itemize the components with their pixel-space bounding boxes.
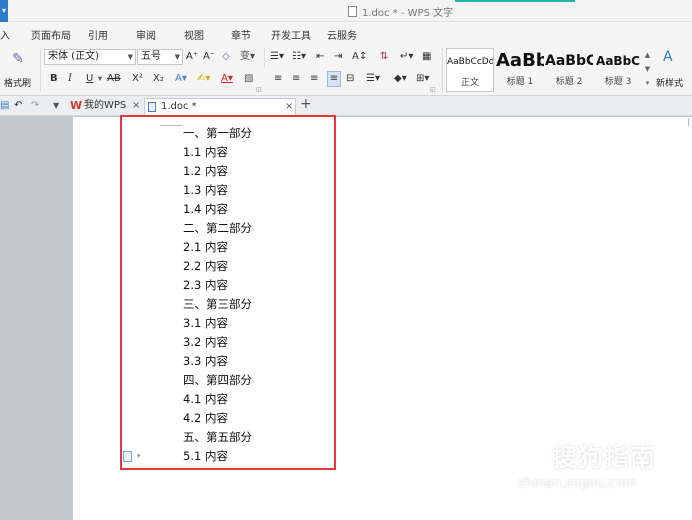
paragraph-dialog-launcher-icon[interactable]: ◱ xyxy=(430,86,436,93)
quick-access-dropdown-icon[interactable]: ▼ xyxy=(53,99,59,113)
ribbon-separator xyxy=(442,48,443,92)
superscript-button[interactable]: X² xyxy=(132,72,143,86)
app-menu-button[interactable]: ▾ xyxy=(0,0,8,22)
sort-icon[interactable]: ⇅ xyxy=(380,50,388,64)
brush-icon: ✎ xyxy=(12,51,24,67)
style-normal-preview: AaBbCcDd xyxy=(447,57,493,67)
print-icon[interactable]: ▤ xyxy=(0,99,9,113)
style-heading-2[interactable]: AaBbC 标题 2 xyxy=(545,48,593,92)
style-normal-label: 正文 xyxy=(460,78,479,88)
menu-view[interactable]: 视图 xyxy=(184,27,204,42)
align-left-icon[interactable]: ≡ xyxy=(274,72,282,86)
tab-1-doc[interactable]: 1.doc * × xyxy=(144,98,296,116)
new-tab-button[interactable]: + xyxy=(300,97,312,111)
gallery-expand-icon: ▾ xyxy=(645,79,650,87)
style-heading-3-label: 标题 3 xyxy=(604,77,632,87)
line-spacing-icon[interactable]: ☰▾ xyxy=(366,72,380,86)
selection-highlight-box xyxy=(120,115,336,470)
menu-developer-tools[interactable]: 开发工具 xyxy=(271,27,311,42)
menu-chapter[interactable]: 章节 xyxy=(231,27,251,42)
document-tab-bar: ▤ ↶ ↷ ▼ W 我的WPS × 1.doc * × + xyxy=(0,96,692,116)
chevron-up-icon: ▲ xyxy=(644,51,651,59)
table-icon[interactable]: ▦ xyxy=(422,50,431,64)
font-name-select[interactable]: 宋体 (正文) ▼ xyxy=(44,49,136,65)
bullet-list-icon[interactable]: ☰▾ xyxy=(270,50,284,64)
wps-logo-icon: W xyxy=(70,99,83,112)
shading-icon[interactable]: ◆▾ xyxy=(394,72,407,86)
title-accent-bar xyxy=(455,0,575,2)
phonetic-guide-icon[interactable]: 变▾ xyxy=(240,50,255,64)
style-heading-2-label: 标题 2 xyxy=(555,77,583,87)
menu-bar: 入 页面布局 引用 审阅 视图 章节 开发工具 云服务 xyxy=(0,22,692,44)
style-heading-1-preview: AaBb xyxy=(496,50,544,71)
menu-cloud-services[interactable]: 云服务 xyxy=(327,27,357,42)
page-left-gutter xyxy=(0,117,73,520)
watermark-text: 搜狗指南 xyxy=(552,443,657,472)
font-color-icon[interactable]: A▾ xyxy=(221,72,233,86)
ribbon-separator xyxy=(40,48,41,92)
tab-1-doc-label: 1.doc * xyxy=(161,101,197,112)
strikethrough-button[interactable]: AB xyxy=(107,72,121,86)
document-icon xyxy=(148,102,156,112)
italic-button[interactable]: I xyxy=(68,72,72,86)
underline-button[interactable]: U xyxy=(86,72,93,86)
style-gallery-scroll[interactable]: ▲ ▼ ▾ xyxy=(643,48,652,92)
close-icon[interactable]: × xyxy=(285,99,293,115)
change-case-icon[interactable]: A↕ xyxy=(352,50,367,64)
menu-review[interactable]: 审阅 xyxy=(136,27,156,42)
clear-format-icon[interactable]: ◇ xyxy=(222,50,230,64)
justify-icon[interactable]: ≡ xyxy=(327,71,341,87)
menu-references[interactable]: 引用 xyxy=(88,27,108,42)
shrink-font-button[interactable]: A⁻ xyxy=(203,50,215,64)
char-shading-icon[interactable]: ▧ xyxy=(244,72,253,86)
chevron-down-icon: ▼ xyxy=(644,65,651,73)
close-icon[interactable]: × xyxy=(132,98,140,114)
ribbon: ✎ 格式刷 宋体 (正文) ▼ 五号 ▼ A⁺ A⁻ ◇ 变▾ ☰▾ ☷▾ ⇤ … xyxy=(0,44,692,96)
format-painter-label: 格式刷 xyxy=(4,79,32,89)
decrease-indent-icon[interactable]: ⇤ xyxy=(316,50,324,64)
grow-font-button[interactable]: A⁺ xyxy=(186,50,198,64)
style-heading-1-label: 标题 1 xyxy=(506,77,534,87)
ribbon-separator xyxy=(264,48,265,68)
style-heading-1[interactable]: AaBb 标题 1 xyxy=(496,48,544,92)
numbered-list-icon[interactable]: ☷▾ xyxy=(292,50,306,64)
watermark-logo-icon xyxy=(515,437,549,471)
borders-icon[interactable]: ⊞▾ xyxy=(416,72,429,86)
tab-my-wps-label: 我的WPS xyxy=(84,100,127,111)
font-dialog-launcher-icon[interactable]: ◱ xyxy=(256,86,262,93)
increase-indent-icon[interactable]: ⇥ xyxy=(334,50,342,64)
menu-page-layout[interactable]: 页面布局 xyxy=(31,27,71,42)
font-size-value: 五号 xyxy=(141,51,161,62)
distribute-icon[interactable]: ⊟ xyxy=(346,72,354,86)
new-style-icon: A xyxy=(663,49,673,65)
align-right-icon[interactable]: ≡ xyxy=(310,72,318,86)
underline-dropdown-icon[interactable]: ▾ xyxy=(98,72,102,86)
style-normal[interactable]: AaBbCcDd 正文 xyxy=(446,48,494,92)
chevron-down-icon: ▼ xyxy=(174,53,180,61)
style-heading-3-preview: AaBbC xyxy=(596,54,640,68)
show-marks-icon[interactable]: ↵▾ xyxy=(400,50,413,64)
format-painter-button[interactable]: ✎ 格式刷 xyxy=(2,48,34,92)
new-style-button[interactable]: A 新样式 xyxy=(655,48,692,92)
subscript-button[interactable]: X₂ xyxy=(153,72,164,86)
font-size-select[interactable]: 五号 ▼ xyxy=(137,49,183,65)
style-heading-3[interactable]: AaBbC 标题 3 xyxy=(594,48,642,92)
window-title: 1.doc * - WPS 文字 xyxy=(362,8,454,19)
style-heading-2-preview: AaBbC xyxy=(545,53,593,69)
menu-insert[interactable]: 入 xyxy=(0,27,10,42)
chevron-down-icon: ▼ xyxy=(127,53,133,61)
tab-my-wps[interactable]: W 我的WPS × xyxy=(68,98,142,116)
undo-icon[interactable]: ↶ xyxy=(14,99,22,113)
redo-icon[interactable]: ↷ xyxy=(31,99,39,113)
document-icon xyxy=(348,6,357,17)
text-effect-icon[interactable]: A▾ xyxy=(175,72,187,86)
margin-corner-mark xyxy=(688,118,689,126)
new-style-label: 新样式 xyxy=(656,79,684,89)
highlight-color-icon[interactable]: ✍▾ xyxy=(197,72,210,86)
title-bar: ▾ 1.doc * - WPS 文字 xyxy=(0,0,692,22)
font-name-value: 宋体 (正文) xyxy=(48,51,99,62)
watermark-url: zhinan.sogou.com xyxy=(518,476,637,491)
align-center-icon[interactable]: ≡ xyxy=(292,72,300,86)
bold-button[interactable]: B xyxy=(50,72,58,86)
